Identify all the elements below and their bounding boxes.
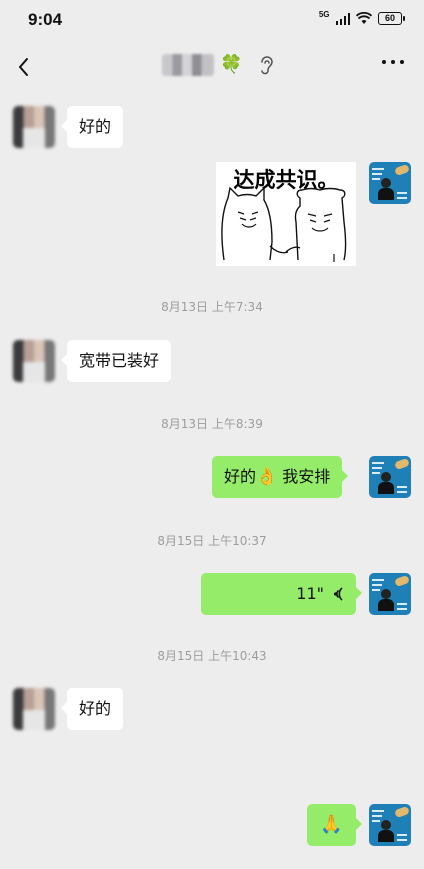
sticker-drawing	[221, 186, 347, 262]
clover-emoji: 🍀	[220, 54, 243, 75]
status-time: 9:04	[28, 10, 63, 29]
message-timestamp: 8月13日 上午8:39	[161, 417, 263, 431]
battery-icon: 60	[378, 12, 405, 25]
message-timestamp: 8月15日 上午10:37	[157, 534, 267, 548]
network-label: 5G	[318, 10, 330, 19]
wifi-icon	[356, 12, 372, 24]
my-avatar[interactable]	[369, 573, 411, 615]
status-icons: 5G 60	[318, 10, 405, 25]
my-avatar[interactable]	[369, 804, 411, 846]
ear-icon	[261, 56, 274, 75]
signal-icon	[335, 12, 350, 25]
message-bubble-incoming[interactable]: 好的	[60, 106, 124, 148]
my-avatar[interactable]	[369, 162, 411, 204]
ok-hand-emoji: 👌	[256, 467, 278, 487]
status-bar: 9:04 5G 60	[0, 0, 424, 40]
voice-duration: 11"	[296, 584, 324, 603]
contact-avatar[interactable]	[13, 340, 55, 382]
message-timestamp: 8月13日 上午7:34	[161, 300, 263, 314]
voice-content: 11"	[213, 584, 344, 604]
contact-avatar[interactable]	[13, 688, 55, 730]
message-bubble-incoming[interactable]: 好的	[60, 688, 124, 730]
message-bubble-outgoing[interactable]: 🙏	[307, 804, 362, 846]
praying-hands-emoji: 🙏	[320, 814, 343, 835]
message-bubble-outgoing[interactable]: 好的 👌 我安排	[212, 456, 349, 498]
contact-name-blurred	[162, 54, 214, 76]
message-text: 好的	[224, 467, 257, 486]
message-text: 宽带已装好	[79, 351, 160, 370]
sticker-image[interactable]: 达成共识。	[216, 162, 356, 266]
message-bubble-incoming[interactable]: 宽带已装好	[60, 340, 172, 382]
chat-header: 🍀	[0, 42, 424, 92]
more-options-button[interactable]	[382, 60, 404, 64]
contact-avatar[interactable]	[13, 106, 55, 148]
message-timestamp: 8月15日 上午10:43	[157, 649, 267, 663]
my-avatar[interactable]	[369, 456, 411, 498]
voice-message-bubble[interactable]: 11"	[201, 573, 362, 615]
back-arrow-icon[interactable]	[12, 54, 38, 80]
message-text-continued: 我安排	[277, 467, 331, 486]
message-text: 好的	[79, 699, 112, 718]
voice-wave-icon	[333, 587, 343, 601]
message-text: 好的	[79, 117, 112, 136]
chat-title: 🍀	[162, 54, 276, 76]
